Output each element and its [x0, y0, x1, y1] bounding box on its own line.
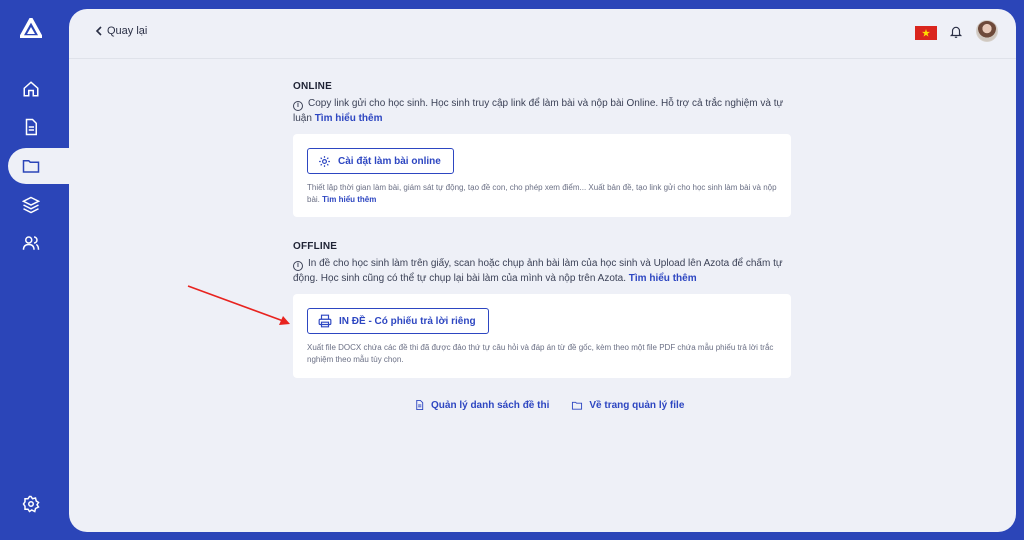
offline-section-title: OFFLINE: [293, 241, 338, 252]
info-icon: i: [293, 101, 303, 111]
main-panel: Quay lại ONLINE i Copy link gửi cho học s…: [69, 9, 1016, 532]
online-card-description: Thiết lập thời gian làm bài, giám sát tự…: [307, 182, 777, 206]
offline-description-text: In đề cho học sinh làm trên giấy, scan h…: [293, 258, 783, 284]
print-exam-button[interactable]: IN ĐỀ - Có phiếu trả lời riêng: [307, 308, 489, 334]
file-manager-label: Về trang quản lý file: [589, 399, 685, 411]
online-card-learn-more-link[interactable]: Tìm hiểu thêm: [322, 195, 376, 204]
printer-icon: [318, 314, 332, 328]
file-manager-link[interactable]: Về trang quản lý file: [571, 399, 684, 411]
exam-list-link[interactable]: Quản lý danh sách đề thi: [414, 399, 549, 411]
nav-folders[interactable]: [18, 153, 44, 179]
nav-home[interactable]: [18, 76, 44, 102]
online-learn-more-link[interactable]: Tìm hiểu thêm: [315, 113, 383, 124]
offline-description: i In đề cho học sinh làm trên giấy, scan …: [293, 256, 793, 286]
online-card: Cài đặt làm bài online Thiết lập thời gi…: [293, 134, 791, 217]
avatar[interactable]: [976, 20, 998, 42]
nav-layers[interactable]: [18, 192, 44, 218]
gear-icon: [319, 155, 330, 167]
online-description: i Copy link gửi cho học sinh. Học sinh tr…: [293, 96, 793, 126]
footer-links: Quản lý danh sách đề thi Về trang quản l…: [414, 399, 684, 411]
annotation-arrow-icon: [187, 285, 290, 325]
file-list-icon: [416, 399, 424, 411]
offline-card: IN ĐỀ - Có phiếu trả lời riêng Xuất file…: [293, 294, 791, 378]
chevron-left-icon: [95, 26, 102, 36]
document-icon: [25, 118, 37, 136]
exam-list-label: Quản lý danh sách đề thi: [431, 399, 550, 411]
info-icon: i: [293, 261, 303, 271]
settings-icon: [22, 495, 40, 513]
nav-documents[interactable]: [18, 114, 44, 140]
vietnam-flag-icon[interactable]: [915, 26, 937, 40]
online-card-description-text: Thiết lập thời gian làm bài, giám sát tự…: [307, 183, 777, 204]
logo-icon[interactable]: [19, 17, 43, 39]
topbar: Quay lại: [69, 9, 1016, 59]
online-settings-button[interactable]: Cài đặt làm bài online: [307, 148, 454, 174]
offline-card-description: Xuất file DOCX chứa các đề thi đã được đ…: [307, 343, 774, 364]
nav-users[interactable]: [18, 230, 44, 256]
users-icon: [22, 236, 40, 250]
print-exam-label: IN ĐỀ - Có phiếu trả lời riêng: [339, 315, 476, 327]
sidebar: [0, 0, 70, 540]
online-settings-label: Cài đặt làm bài online: [338, 155, 441, 167]
folder-icon: [572, 401, 583, 410]
back-button[interactable]: Quay lại: [95, 25, 147, 37]
layers-icon: [22, 196, 40, 214]
online-section-title: ONLINE: [293, 81, 332, 92]
back-label: Quay lại: [107, 25, 148, 37]
folder-icon: [22, 160, 40, 173]
bell-icon[interactable]: [949, 24, 963, 40]
home-icon: [23, 81, 39, 97]
nav-settings[interactable]: [18, 491, 44, 517]
offline-learn-more-link[interactable]: Tìm hiểu thêm: [629, 273, 697, 284]
